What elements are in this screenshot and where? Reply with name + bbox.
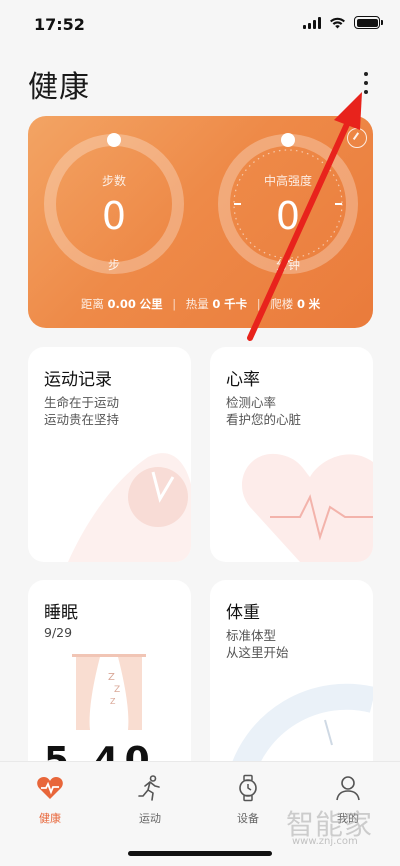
svg-text:Z: Z [110, 697, 116, 706]
sleep-tile[interactable]: 睡眠 9/29 Z Z Z 5 40 [28, 580, 191, 780]
calories-label: 热量 [185, 297, 209, 311]
floors-unit: 米 [308, 297, 321, 311]
floors-label: 爬楼 [270, 297, 294, 311]
nav-tab-exercise[interactable]: 运动 [120, 774, 180, 826]
intensity-ring: 中高强度 0 分钟 [214, 130, 362, 278]
steps-unit: 步 [107, 258, 120, 272]
timer-icon[interactable] [347, 128, 367, 148]
svg-text:Z: Z [108, 672, 115, 683]
nav-tab-health[interactable]: 健康 [20, 774, 80, 826]
steps-label: 步数 [101, 174, 126, 188]
nav-tab-exercise-label: 运动 [139, 812, 161, 825]
intensity-label: 中高强度 [263, 174, 312, 188]
activity-summary-card[interactable]: 步数 0 步 中高强度 0 分钟 距离 0.00 公里 | 热量 0 千卡 | … [28, 116, 373, 328]
distance-value: 0.00 [107, 297, 136, 311]
divider: | [256, 297, 261, 311]
status-bar: 17:52 [0, 0, 400, 50]
status-time: 17:52 [34, 15, 85, 34]
svg-text:Z: Z [114, 685, 120, 695]
distance-label: 距离 [80, 297, 104, 311]
calories-unit: 千卡 [224, 297, 248, 311]
heart-rate-tile[interactable]: 心率 检测心率 看护您的心脏 [210, 347, 373, 562]
running-icon [138, 775, 160, 801]
intensity-unit: 分钟 [275, 258, 300, 272]
divider: | [172, 297, 177, 311]
nav-tab-health-label: 健康 [39, 812, 61, 825]
battery-icon [354, 16, 383, 29]
weight-tile[interactable]: 体重 标准体型 从这里开始 [210, 580, 373, 780]
steps-value: 0 [101, 194, 127, 238]
steps-ring: 步数 0 步 [40, 130, 188, 278]
intensity-value: 0 [275, 194, 301, 238]
heart-illustration-icon [241, 453, 373, 562]
more-dot-icon [364, 72, 368, 76]
floors-value: 0 [296, 297, 305, 311]
heart-pulse-icon [37, 777, 63, 799]
health-home-screen: 17:52 健康 步数 0 步 中高强度 0 分钟 距离 0.00 公里 | 热… [0, 0, 400, 866]
weight-gauge-illustration-icon [227, 683, 373, 780]
nav-tab-devices[interactable]: 设备 [218, 774, 278, 826]
nav-tab-devices-label: 设备 [237, 812, 259, 825]
more-options-button[interactable] [354, 66, 378, 100]
home-indicator[interactable] [128, 851, 272, 856]
calories-value: 0 [212, 297, 221, 311]
wifi-icon [330, 17, 345, 29]
more-dot-icon [364, 90, 368, 94]
distance-unit: 公里 [139, 297, 163, 311]
status-icons [303, 16, 383, 29]
watermark-url: www.znj.com [292, 836, 358, 847]
person-icon [336, 776, 360, 801]
watch-icon [239, 774, 257, 802]
exercise-illustration-icon [68, 453, 191, 562]
cellular-signal-icon [303, 16, 321, 29]
summary-stats-row: 距离 0.00 公里 | 热量 0 千卡 | 爬楼 0 米 [28, 296, 373, 312]
exercise-record-tile[interactable]: 运动记录 生命在于运动 运动贵在坚持 [28, 347, 191, 562]
more-dot-icon [364, 81, 368, 85]
page-title: 健康 [28, 70, 90, 105]
